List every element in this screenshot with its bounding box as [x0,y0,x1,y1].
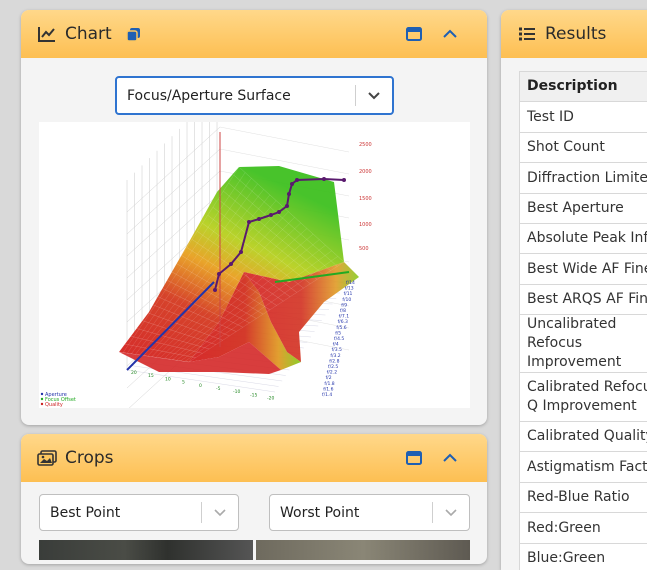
table-row: Shot Count [520,133,647,163]
table-row: Red-Blue Ratio [520,483,647,513]
chart-type-select-value: Focus/Aperture Surface [117,88,355,104]
path-point [217,272,221,276]
table-row: Uncalibrated Refocus Improvement [520,315,647,373]
table-row: Astigmatism Factor [520,452,647,483]
aperture-tick-label: f/13 [345,286,354,292]
path-point [285,204,289,208]
aperture-tick-label: f/4 [333,342,339,348]
best-point-select-value: Best Point [40,505,201,521]
aperture-tick-label: f/11 [344,291,353,297]
images-icon [37,449,57,467]
aperture-tick-label: f/4.5 [334,336,344,342]
focus-offset-tick-label: -10 [233,389,240,395]
focus-offset-tick-label: -5 [216,386,221,392]
aperture-tick-label: f/3.5 [332,347,342,353]
aperture-tick-label: f/2.5 [328,364,338,370]
z-tick-label: 2000 [359,169,372,175]
chevron-down-icon [433,509,469,517]
aperture-tick-label: f/8 [340,308,346,314]
path-point [290,182,294,186]
aperture-tick-label: f/14 [346,280,355,286]
aperture-tick-label: f/1.8 [324,381,334,387]
aperture-tick-label: f/5.6 [336,325,346,331]
focus-offset-tick-label: 20 [131,370,137,376]
maximize-button[interactable] [403,23,425,45]
focus-offset-tick-label: 0 [199,383,202,389]
table-row: Best Wide AF Fine-T [520,254,647,285]
aperture-tick-label: f/2.8 [329,358,339,364]
crops-panel-title: Crops [65,448,114,468]
aperture-tick-label: f/2.2 [327,370,337,376]
z-tick-label: 2500 [359,142,372,148]
path-point [287,192,291,196]
path-point [269,213,273,217]
focus-offset-tick-label: -15 [250,392,257,398]
path-point [295,178,299,182]
aperture-tick-label: f/2 [326,375,332,381]
path-point [247,220,251,224]
crops-panel: Crops Best Point Worst Point [21,434,487,564]
z-tick-label: 1500 [359,196,372,202]
path-point [239,250,243,254]
aperture-tick-label: f/10 [342,297,351,303]
line-chart-icon [37,25,57,43]
aperture-tick-label: f/1.4 [322,392,332,398]
table-row: Best ARQS AF Fine-T [520,285,647,315]
aperture-tick-label: f/1.6 [323,386,333,392]
aperture-tick-label: f/3.2 [330,353,340,359]
table-row: Test ID [520,102,647,133]
path-point [257,217,261,221]
chart-legend: Aperture Focus Offset Quality [41,392,76,408]
focus-offset-tick-label: 15 [148,373,154,379]
chevron-down-icon [356,92,392,100]
worst-crop-image [256,540,470,560]
chart-panel: Chart Focus/Aperture Surface [21,10,487,425]
table-row: Best Aperture [520,194,647,224]
table-row: Blue:Green [520,544,647,570]
best-point-select[interactable]: Best Point [39,494,239,531]
path-point [213,288,217,292]
chevron-down-icon [202,509,238,517]
crops-panel-header: Crops [21,434,487,482]
path-point [229,262,233,266]
path-point [277,210,281,214]
list-icon [517,25,537,43]
crops-collapse-chevron-up-icon[interactable] [439,447,461,469]
best-crop-image [39,540,253,560]
results-table: Description Test ID Shot Count Diffracti… [519,71,647,570]
results-table-wrap: Description Test ID Shot Count Diffracti… [519,71,647,570]
table-row: Absolute Peak Info [520,224,647,254]
results-header-description: Description [520,72,647,102]
table-row: Calibrated Quality In [520,422,647,452]
chart-panel-header: Chart [21,10,487,58]
results-panel: Results Description Test ID Shot Count D… [501,10,647,570]
results-panel-header: Results [501,10,647,58]
table-row: Diffraction Limited A [520,163,647,194]
focus-offset-tick-label: 5 [182,380,185,386]
z-tick-label: 500 [359,246,369,252]
results-panel-title: Results [545,24,606,44]
focus-offset-tick-label: 10 [165,376,171,382]
collapse-chevron-up-icon[interactable] [439,23,461,45]
aperture-tick-label: f/5 [335,330,341,336]
worst-point-select[interactable]: Worst Point [269,494,470,531]
focus-offset-tick-label: -20 [267,396,274,402]
table-row: Red:Green [520,513,647,544]
legend-quality: Quality [45,402,63,408]
worst-point-select-value: Worst Point [270,505,432,521]
chart-panel-title: Chart [65,24,112,44]
table-row: Calibrated Refocus Q Improvement [520,373,647,422]
path-point [322,177,326,181]
aperture-tick-label: f/9 [341,302,347,308]
surface-chart: 2500200015001000500 f/14f/13f/11f/10f/9f… [39,122,470,408]
crops-maximize-button[interactable] [403,447,425,469]
aperture-tick-label: f/6.3 [338,319,348,325]
chart-type-select[interactable]: Focus/Aperture Surface [115,76,394,115]
z-tick-label: 1000 [359,222,372,228]
aperture-tick-label: f/7.1 [339,314,349,320]
path-point [342,178,346,182]
copy-icon[interactable] [126,27,141,42]
